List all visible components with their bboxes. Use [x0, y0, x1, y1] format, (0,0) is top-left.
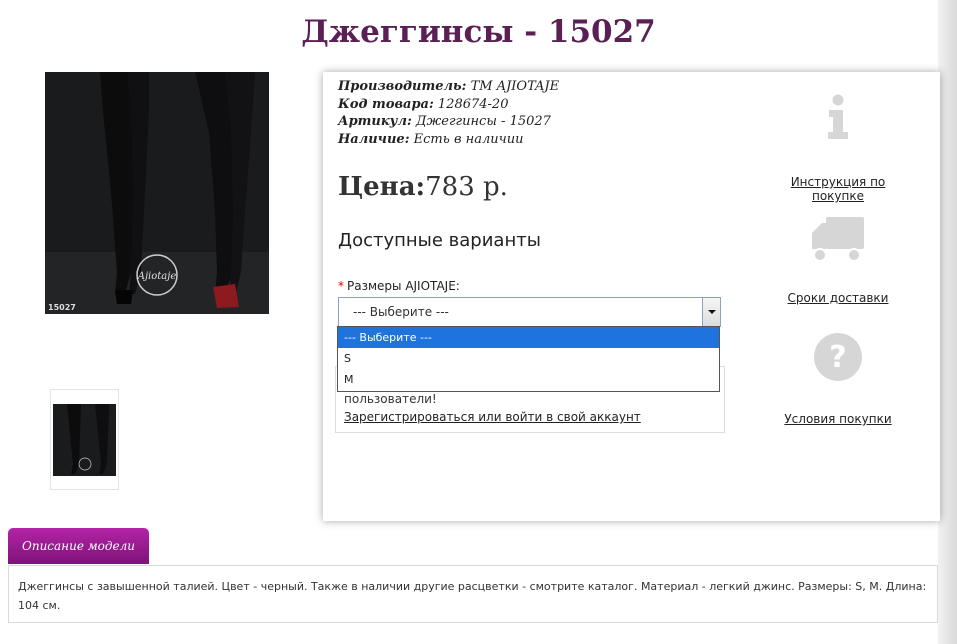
svg-text:?: ?: [829, 340, 846, 375]
jeggings-photo-illustration: Ajiotaje: [45, 72, 269, 314]
thumbnail-image: [53, 404, 116, 476]
manufacturer-value: ТМ AJIOTAJE: [470, 79, 560, 94]
product-main-photo[interactable]: Ajiotaje 15027: [45, 72, 269, 314]
delivery-link[interactable]: Сроки доставки: [763, 291, 913, 305]
page-right-edge: [938, 0, 957, 644]
code-row: Код товара: 128674-20: [338, 96, 559, 114]
price-label: Цена:: [338, 172, 426, 202]
size-label-text: Размеры AJIOTAJE:: [347, 279, 460, 293]
size-option[interactable]: S: [338, 348, 719, 369]
product-info: Производитель: ТМ AJIOTAJE Код товара: 1…: [338, 78, 559, 148]
manufacturer-label: Производитель:: [338, 79, 467, 94]
size-dropdown-list[interactable]: --- Выберите --- S M: [337, 326, 720, 392]
availability-row: Наличие: Есть в наличии: [338, 131, 559, 149]
instruction-block: Инструкция по покупке: [763, 94, 913, 203]
product-panel: Производитель: ТМ AJIOTAJE Код товара: 1…: [323, 72, 940, 521]
price: Цена:783 р.: [338, 172, 508, 202]
code-label: Код товара:: [338, 96, 434, 112]
chevron-down-icon[interactable]: [702, 298, 720, 326]
register-login-link[interactable]: Зарегистрироваться или войти в свой акка…: [344, 410, 641, 424]
size-label: * Размеры AJIOTAJE:: [338, 279, 460, 293]
size-option[interactable]: --- Выберите ---: [338, 327, 719, 348]
registration-text: пользователи!: [344, 392, 437, 406]
size-select[interactable]: --- Выберите ---: [338, 297, 721, 327]
availability-label: Наличие:: [338, 131, 410, 147]
size-option[interactable]: M: [338, 369, 719, 390]
article-value: Джеггинсы - 15027: [415, 114, 551, 129]
info-icon: [828, 94, 848, 139]
question-icon: ?: [814, 333, 862, 381]
article-row: Артикул: Джеггинсы - 15027: [338, 113, 559, 131]
required-mark: *: [338, 279, 344, 293]
product-thumbnail[interactable]: [50, 389, 119, 490]
photo-code-label: 15027: [48, 303, 76, 312]
description-text: Джеггинсы с завышенной талией. Цвет - че…: [8, 565, 938, 623]
terms-link[interactable]: Условия покупки: [763, 412, 913, 426]
availability-value: Есть в наличии: [413, 131, 524, 147]
truck-icon: [812, 217, 864, 262]
photo-logo-text: Ajiotaje: [137, 271, 177, 282]
instruction-link[interactable]: Инструкция по покупке: [763, 175, 913, 203]
tab-description[interactable]: Описание модели: [8, 528, 149, 564]
price-value: 783 р.: [425, 172, 508, 202]
code-value: 128674-20: [437, 96, 509, 112]
article-label: Артикул:: [338, 114, 412, 129]
size-select-value: --- Выберите ---: [353, 305, 449, 319]
terms-block: ? Условия покупки: [763, 332, 913, 426]
page-title: Джеггинсы - 15027: [301, 14, 656, 50]
variants-heading: Доступные варианты: [338, 230, 541, 251]
manufacturer-row: Производитель: ТМ AJIOTAJE: [338, 78, 559, 96]
delivery-block: Сроки доставки: [763, 215, 913, 305]
